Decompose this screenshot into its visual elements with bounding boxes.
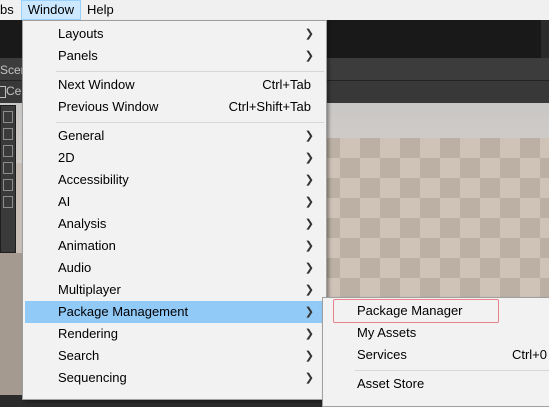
submenu-item-services[interactable]: Services Ctrl+0 xyxy=(325,344,549,366)
menu-bar: bs Window Help xyxy=(0,0,549,20)
menu-item-analysis[interactable]: Analysis ❯ xyxy=(25,213,324,235)
chevron-right-icon: ❯ xyxy=(304,152,314,164)
menu-item-label: Sequencing xyxy=(58,370,127,385)
chevron-right-icon: ❯ xyxy=(304,240,314,252)
scale-tool-icon[interactable] xyxy=(3,162,13,174)
window-menu: Layouts ❯ Panels ❯ Next Window Ctrl+Tab … xyxy=(22,20,327,400)
menu-item-label: Next Window xyxy=(58,77,135,92)
menu-window[interactable]: Window xyxy=(20,0,81,20)
submenu-item-label: My Assets xyxy=(357,325,417,340)
menu-item-general[interactable]: General ❯ xyxy=(25,125,324,147)
menu-item-ai[interactable]: AI ❯ xyxy=(25,191,324,213)
scene-toolbar-label: Ce xyxy=(6,84,22,98)
scene-tools-panel xyxy=(0,105,16,253)
menu-item-sequencing[interactable]: Sequencing ❯ xyxy=(25,367,324,389)
menu-item-shortcut: Ctrl+Tab xyxy=(262,77,311,92)
menu-item-2d[interactable]: 2D ❯ xyxy=(25,147,324,169)
chevron-right-icon: ❯ xyxy=(304,306,314,318)
menu-item-label: Search xyxy=(58,348,100,363)
menu-item-layouts[interactable]: Layouts ❯ xyxy=(25,23,324,45)
submenu-item-label: Asset Store xyxy=(357,376,425,391)
menu-item-label: General xyxy=(58,128,105,143)
menu-item-label: Previous Window xyxy=(58,99,159,114)
menu-item-label: Rendering xyxy=(58,326,118,341)
submenu-item-shortcut: Ctrl+0 xyxy=(511,347,547,362)
menu-item-label: Analysis xyxy=(58,216,107,231)
chevron-right-icon: ❯ xyxy=(304,284,314,296)
menu-item-audio[interactable]: Audio ❯ xyxy=(25,257,324,279)
chevron-right-icon: ❯ xyxy=(304,350,314,362)
menu-item-label: Animation xyxy=(58,238,116,253)
chevron-right-icon: ❯ xyxy=(304,196,314,208)
menu-item-rendering[interactable]: Rendering ❯ xyxy=(25,323,324,345)
menu-item-previous-window[interactable]: Previous Window Ctrl+Shift+Tab xyxy=(25,96,324,118)
chevron-right-icon: ❯ xyxy=(304,174,314,186)
menu-item-search[interactable]: Search ❯ xyxy=(25,345,324,367)
menu-item-animation[interactable]: Animation ❯ xyxy=(25,235,324,257)
menu-separator xyxy=(56,71,324,72)
transform-tool-icon[interactable] xyxy=(3,196,13,208)
menu-item-panels[interactable]: Panels ❯ xyxy=(25,45,324,67)
rect-tool-icon[interactable] xyxy=(3,179,13,191)
submenu-item-asset-store[interactable]: Asset Store xyxy=(325,373,549,395)
view-tool-icon[interactable] xyxy=(3,111,13,123)
menu-item-label: Panels xyxy=(58,48,98,63)
menu-item-label: Accessibility xyxy=(58,172,129,187)
menu-item-label: 2D xyxy=(58,150,75,165)
chevron-right-icon: ❯ xyxy=(304,28,314,40)
menu-item-multiplayer[interactable]: Multiplayer ❯ xyxy=(25,279,324,301)
submenu-item-my-assets[interactable]: My Assets xyxy=(325,322,549,344)
menu-help[interactable]: Help xyxy=(81,0,120,20)
menu-item-shortcut: Ctrl+Shift+Tab xyxy=(228,99,311,114)
menu-item-label: Multiplayer xyxy=(58,282,121,297)
chevron-right-icon: ❯ xyxy=(304,50,314,62)
rotate-tool-icon[interactable] xyxy=(3,145,13,157)
menu-item-label: Audio xyxy=(58,260,92,275)
annotation-highlight-box xyxy=(333,299,499,323)
menu-item-label: AI xyxy=(58,194,71,209)
chevron-right-icon: ❯ xyxy=(304,328,314,340)
menu-item-label: Layouts xyxy=(58,26,104,41)
menu-item-label: Package Management xyxy=(58,304,189,319)
menu-tabs[interactable]: bs xyxy=(0,0,21,20)
menu-item-accessibility[interactable]: Accessibility ❯ xyxy=(25,169,324,191)
chevron-right-icon: ❯ xyxy=(304,218,314,230)
menu-separator xyxy=(56,122,324,123)
chevron-right-icon: ❯ xyxy=(304,372,314,384)
chevron-right-icon: ❯ xyxy=(304,130,314,142)
move-tool-icon[interactable] xyxy=(3,128,13,140)
menu-item-package-management[interactable]: Package Management ❯ xyxy=(25,301,324,323)
submenu-separator xyxy=(355,370,549,371)
menu-item-next-window[interactable]: Next Window Ctrl+Tab xyxy=(25,74,324,96)
chevron-right-icon: ❯ xyxy=(304,262,314,274)
submenu-item-label: Services xyxy=(357,347,407,362)
